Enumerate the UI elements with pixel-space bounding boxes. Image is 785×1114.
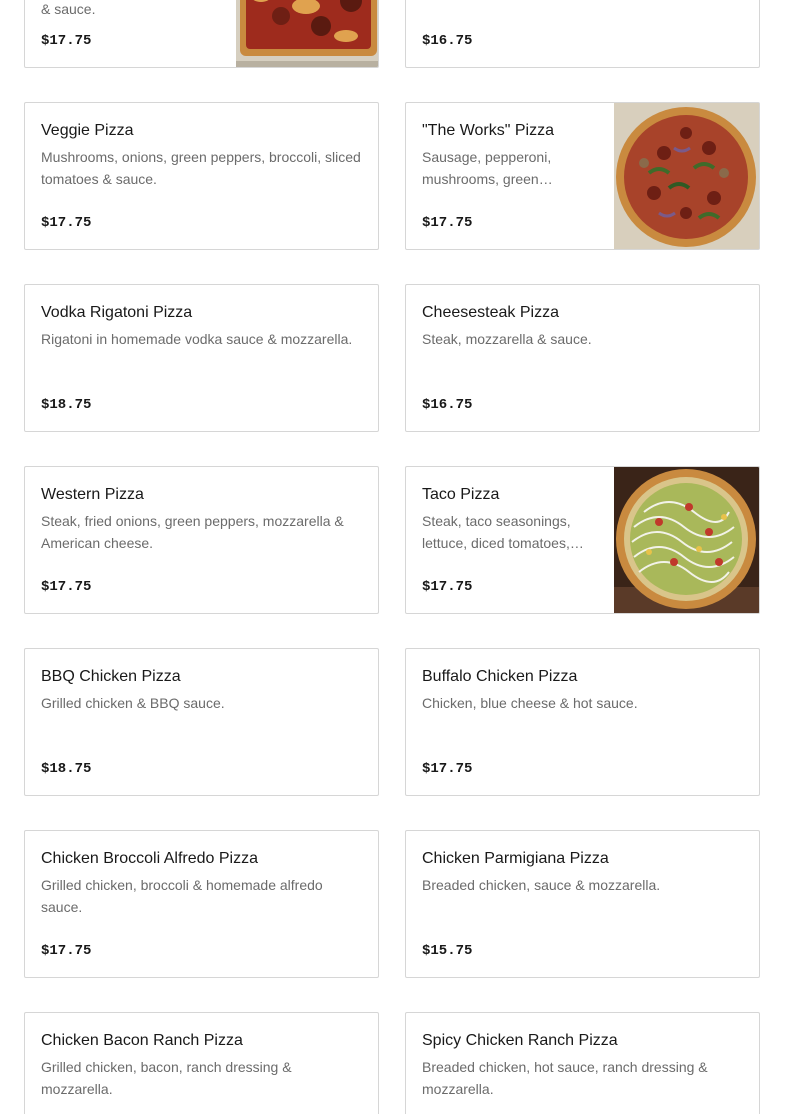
menu-item-name: Chicken Bacon Ranch Pizza [41,1032,243,1049]
taco-pizza-photo [614,467,759,613]
menu-item-name: Veggie Pizza [41,122,134,139]
menu-item-name: Spicy Chicken Ranch Pizza [422,1032,618,1049]
menu-item-name: "The Works" Pizza [422,122,554,139]
menu-item-card[interactable]: $16.75 [405,0,760,68]
menu-item-content: Spicy Chicken Ranch Pizza Breaded chicke… [422,1031,743,1114]
menu-item-price: $15.75 [422,943,473,959]
menu-item-price: $17.75 [422,579,473,595]
menu-item-card[interactable]: BBQ Chicken Pizza Grilled chicken & BBQ … [24,648,379,796]
menu-item-description: Grilled chicken, bacon, ranch dressing &… [41,1059,292,1097]
menu-item-name: Taco Pizza [422,486,500,503]
menu-item-description: & sauce. [41,1,96,17]
menu-item-name: Chicken Broccoli Alfredo Pizza [41,850,258,867]
menu-item-description: Sausage, pepperoni, mushrooms, green pep… [422,149,552,187]
menu-item-description: Steak, fried onions, green peppers, mozz… [41,513,344,551]
menu-item-price: $17.75 [41,33,92,49]
menu-item-description: Rigatoni in homemade vodka sauce & mozza… [41,331,353,347]
taco-pizza-image [614,467,759,613]
pizza-square-image [236,0,378,67]
menu-item-name: Vodka Rigatoni Pizza [41,304,193,321]
menu-item-name: Buffalo Chicken Pizza [422,668,578,685]
menu-item-card[interactable]: Spicy Chicken Ranch Pizza Breaded chicke… [405,1012,760,1114]
menu-page: & sauce. $17.75 $16.75 Veggie Pizza Mush… [0,0,785,1114]
menu-item-price: $18.75 [41,761,92,777]
menu-item-content: Chicken Bacon Ranch Pizza Grilled chicke… [41,1031,362,1114]
menu-item-price: $17.75 [422,761,473,777]
menu-item-name: BBQ Chicken Pizza [41,668,181,685]
menu-item-price: $18.75 [41,397,92,413]
menu-item-card[interactable]: Cheesesteak Pizza Steak, mozzarella & sa… [405,284,760,432]
pizza-square-photo [236,0,378,67]
menu-item-description: Breaded chicken, hot sauce, ranch dressi… [422,1059,708,1097]
menu-item-description: Grilled chicken & BBQ sauce. [41,695,225,711]
menu-item-description: Chicken, blue cheese & hot sauce. [422,695,638,711]
menu-item-card[interactable]: Veggie Pizza Mushrooms, onions, green pe… [24,102,379,250]
menu-item-card[interactable]: "The Works" Pizza Sausage, pepperoni, mu… [405,102,760,250]
works-pizza-photo [614,103,759,249]
menu-item-price: $17.75 [41,579,92,595]
menu-item-name: Cheesesteak Pizza [422,304,559,321]
works-pizza-image [614,103,759,249]
menu-item-price: $16.75 [422,397,473,413]
menu-item-card[interactable]: Vodka Rigatoni Pizza Rigatoni in homemad… [24,284,379,432]
menu-item-price: $17.75 [41,215,92,231]
menu-item-description: Steak, mozzarella & sauce. [422,331,592,347]
menu-item-card[interactable]: Western Pizza Steak, fried onions, green… [24,466,379,614]
menu-item-name: Chicken Parmigiana Pizza [422,850,609,867]
menu-item-card[interactable]: Chicken Broccoli Alfredo Pizza Grilled c… [24,830,379,978]
menu-item-name: Western Pizza [41,486,144,503]
menu-item-price: $17.75 [422,215,473,231]
menu-item-card[interactable]: Buffalo Chicken Pizza Chicken, blue chee… [405,648,760,796]
menu-item-description: Mushrooms, onions, green peppers, brocco… [41,149,361,187]
menu-item-card[interactable]: & sauce. $17.75 [24,0,379,68]
menu-item-price: $17.75 [41,943,92,959]
menu-item-price: $16.75 [422,33,473,49]
menu-item-card[interactable]: Taco Pizza Steak, taco seasonings, lettu… [405,466,760,614]
menu-item-card[interactable]: Chicken Parmigiana Pizza Breaded chicken… [405,830,760,978]
menu-item-description: Breaded chicken, sauce & mozzarella. [422,877,661,893]
menu-item-card[interactable]: Chicken Bacon Ranch Pizza Grilled chicke… [24,1012,379,1114]
menu-item-description: Grilled chicken, broccoli & homemade alf… [41,877,323,915]
menu-item-description: Steak, taco seasonings, lettuce, diced t… [422,513,584,551]
